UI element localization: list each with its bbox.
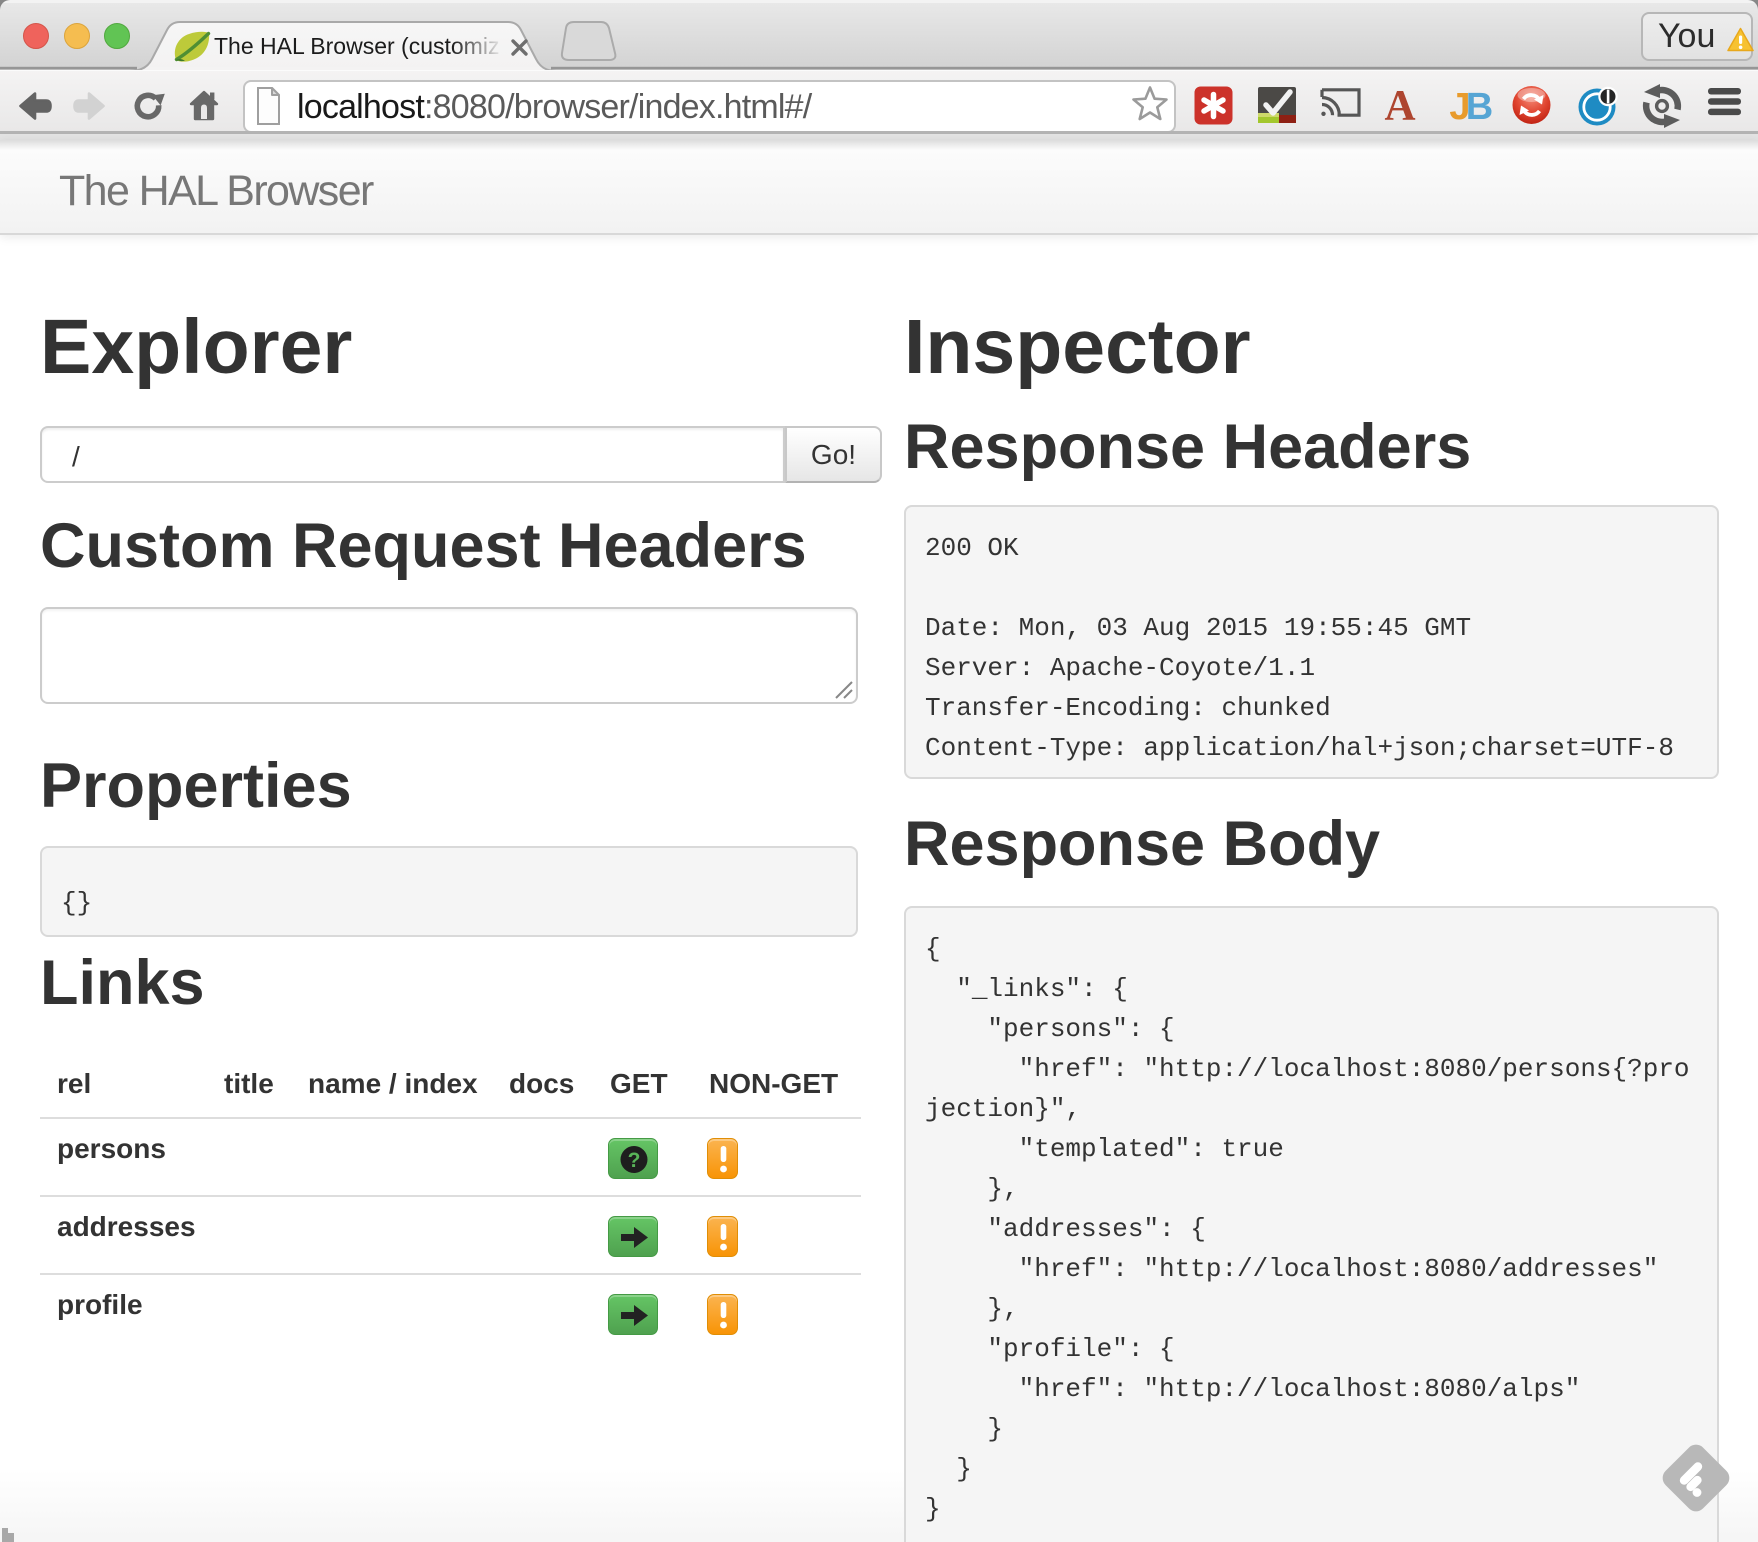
svg-text:B: B <box>1466 86 1493 128</box>
svg-text:A: A <box>1384 83 1415 130</box>
svg-text:?: ? <box>628 1149 641 1172</box>
